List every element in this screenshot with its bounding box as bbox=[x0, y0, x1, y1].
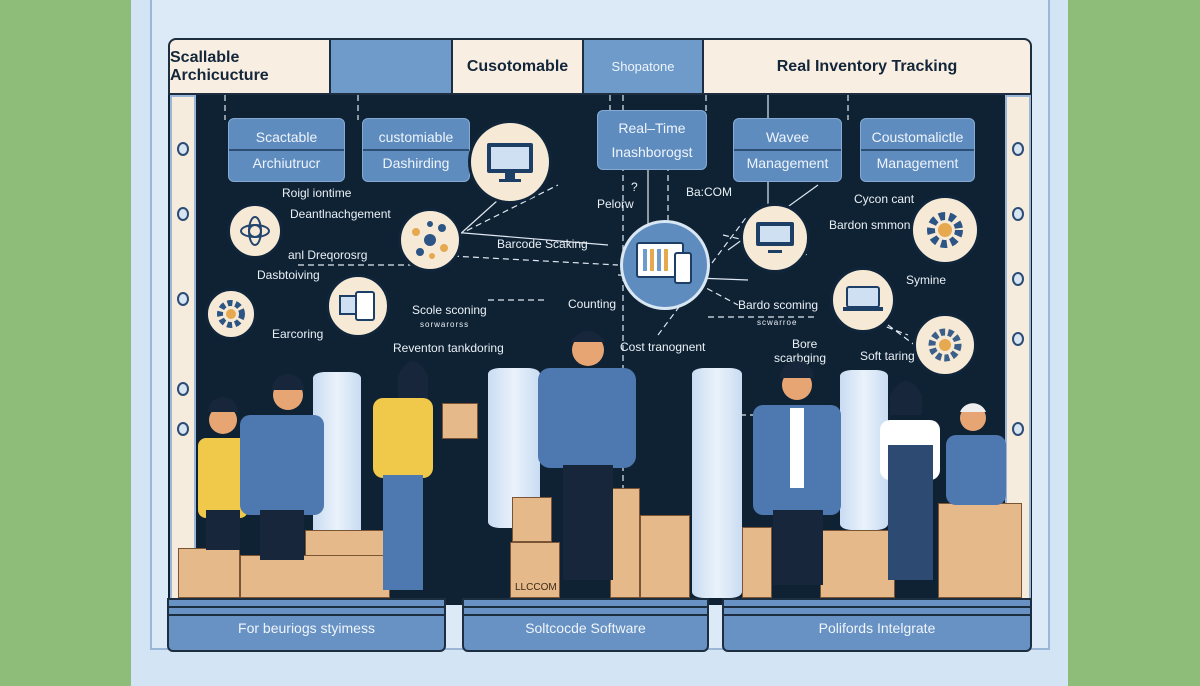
label: Barcode Scaking bbox=[497, 237, 588, 251]
worker bbox=[946, 403, 1006, 505]
worker bbox=[753, 361, 841, 585]
desktop-icon bbox=[740, 203, 810, 273]
platform-left: For beuriogs styimess bbox=[167, 598, 446, 652]
card-scalable-architecture: Scactable Archiutrucr bbox=[228, 118, 345, 182]
label: Cycon cant bbox=[854, 192, 915, 206]
platform-label: For beuriogs styimess bbox=[238, 620, 375, 636]
banner-shopatone: Shopatone bbox=[584, 40, 704, 93]
card-wave-management: Wavee Management bbox=[733, 118, 842, 182]
card-line: Management bbox=[734, 149, 841, 175]
network-icon bbox=[227, 203, 283, 259]
platform-label: Polifords Intelgrate bbox=[818, 620, 936, 636]
platform-center: Soltcocde Software bbox=[462, 598, 709, 652]
label: anl Dreqorosrg bbox=[288, 248, 368, 262]
card-line: Wavee bbox=[765, 129, 810, 145]
label: Symine bbox=[906, 273, 947, 287]
top-banner: Scallable Archicucture Cusotomable Shopa… bbox=[168, 38, 1032, 95]
analytics-monitor-icon bbox=[620, 220, 710, 310]
workers bbox=[198, 331, 1006, 590]
label: Roigl iontime bbox=[282, 186, 352, 200]
label: Pelorw bbox=[597, 197, 634, 211]
worker bbox=[240, 374, 324, 560]
label: Deantlnachgement bbox=[290, 207, 391, 221]
worker bbox=[373, 361, 433, 590]
card-customizable-dashboard: customiable Dashirding bbox=[362, 118, 470, 182]
platform-label: Soltcocde Software bbox=[525, 620, 646, 636]
worker bbox=[880, 381, 940, 580]
nodes-icon bbox=[398, 208, 462, 272]
card-line: Scactable bbox=[255, 129, 318, 145]
card-line: Real–Time bbox=[618, 120, 686, 136]
card-line: Coustomalictle bbox=[871, 129, 964, 145]
banner-real-inventory-tracking: Real Inventory Tracking bbox=[776, 57, 958, 75]
label: Ba:COM bbox=[686, 185, 733, 199]
card-line: customiable bbox=[378, 129, 454, 145]
card-line: Inashborogst bbox=[611, 144, 693, 160]
monitor-icon bbox=[468, 120, 552, 204]
label: Scole sconing bbox=[412, 303, 487, 317]
label: Counting bbox=[568, 297, 617, 311]
label: ? bbox=[631, 180, 638, 194]
banner-customizable: Cusotomable bbox=[453, 40, 584, 93]
card-line: Archiutrucr bbox=[229, 149, 344, 175]
card-line: Dashirding bbox=[363, 149, 469, 175]
card-line: Management bbox=[861, 149, 974, 175]
card-real-time-dashboard: Real–Time Inashborogst bbox=[597, 110, 707, 170]
banner-blank bbox=[331, 40, 453, 93]
settings-gear-icon bbox=[910, 195, 980, 265]
label: Bardon smmon bbox=[829, 218, 911, 232]
worker bbox=[538, 331, 636, 580]
label: Bardo scoming bbox=[738, 298, 819, 312]
platform-right: Polifords Intelgrate bbox=[722, 598, 1032, 652]
label: Dasbtoiving bbox=[257, 268, 320, 282]
banner-scalable-architecture: Scallable Archicucture bbox=[170, 40, 331, 93]
card-customizable-management: Coustomalictle Management bbox=[860, 118, 975, 182]
